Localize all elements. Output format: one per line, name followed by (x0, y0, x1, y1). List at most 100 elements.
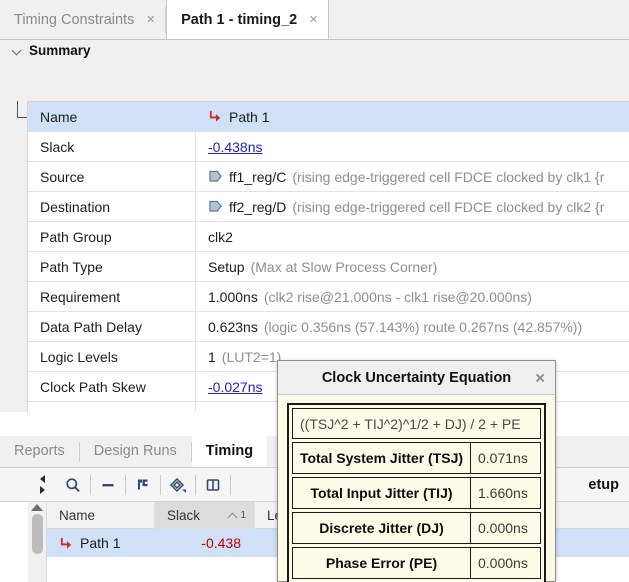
summary-row-value: 1.000ns (clk2 rise@21.000ns - clk1 rise@2… (196, 282, 629, 312)
equation-term-label: Total System Jitter (TSJ) (292, 442, 471, 474)
summary-row-key: Path Group (28, 221, 196, 252)
summary-row[interactable]: Source ff1_reg/C (rising edge-triggered ce… (28, 161, 629, 192)
close-icon[interactable]: × (535, 369, 545, 386)
search-button[interactable] (56, 470, 90, 500)
timing-report-window: Timing Constraints × Path 1 - timing_2 ×… (0, 0, 629, 582)
equation-term-label: Total Input Jitter (TIJ) (292, 477, 471, 509)
summary-value-text: 0.623ns (208, 318, 258, 335)
cell-name: Path 1 (47, 529, 155, 557)
editor-tab-bar: Timing Constraints × Path 1 - timing_2 × (0, 0, 629, 40)
sort-indicator: 1 (229, 510, 254, 521)
summary-row-value: -0.438ns (196, 132, 629, 162)
vertical-scrollbar[interactable] (28, 502, 47, 582)
tab-timing[interactable]: Timing (191, 435, 268, 467)
tab-label: Timing (205, 443, 254, 459)
cell-text: Path 1 (80, 535, 121, 551)
schematic-button[interactable] (161, 470, 195, 500)
summary-row-key: Source (28, 161, 196, 192)
arrow-left-icon[interactable] (39, 475, 45, 483)
path-arrow-icon (209, 110, 221, 122)
tab-path-1-timing-2[interactable]: Path 1 - timing_2 × (166, 0, 329, 39)
summary-row-key: Slack (28, 131, 196, 162)
summary-value-link[interactable]: -0.027ns (208, 379, 262, 395)
summary-row-value: ff2_reg/D (rising edge-triggered cell FDC… (196, 192, 629, 222)
summary-row-key: Clock Uncertainty (28, 401, 196, 412)
summary-header[interactable]: Summary (0, 40, 629, 61)
summary-panel: Summary Name Path 1 Slack -0.438ns Source ff1… (0, 40, 629, 412)
summary-row-value: clk2 (196, 222, 629, 252)
column-header-label: Slack (167, 508, 201, 523)
tab-reports[interactable]: Reports (0, 435, 79, 467)
summary-title: Summary (29, 43, 91, 58)
columns-icon (206, 478, 220, 491)
report-path-button[interactable] (126, 470, 160, 500)
collapse-button[interactable] (91, 470, 125, 500)
summary-row-key: Requirement (28, 281, 196, 312)
equation-term-label: Discrete Jitter (DJ) (292, 512, 471, 544)
cell-slack: -0.438 (201, 535, 241, 551)
summary-row-key: Path Type (28, 251, 196, 282)
path-arrow-icon (60, 537, 72, 549)
tab-label: Design Runs (93, 443, 177, 459)
equation-formula: ((TSJ^2 + TIJ^2)^1/2 + DJ) / 2 + PE (292, 408, 541, 439)
scrollbar-thumb[interactable] (31, 514, 43, 554)
tab-design-runs[interactable]: Design Runs (80, 435, 191, 467)
summary-value-text: ff1_reg/C (229, 168, 287, 185)
column-header-name[interactable]: Name (47, 502, 155, 529)
summary-row-value: ff1_reg/C (rising edge-triggered cell FDC… (196, 162, 629, 192)
flag-path-icon (138, 479, 148, 489)
summary-row[interactable]: Requirement 1.000ns (clk2 rise@21.000ns - … (28, 281, 629, 312)
tab-label: Timing Constraints (14, 11, 135, 28)
summary-row[interactable]: Slack -0.438ns (28, 131, 629, 162)
summary-value-text: clk2 (208, 228, 233, 245)
summary-row-key: Name (28, 102, 196, 132)
summary-row-key: Clock Path Skew (28, 371, 196, 402)
port-icon (209, 170, 222, 182)
nav-arrows[interactable] (34, 470, 50, 500)
summary-value-note: (rising edge-triggered cell FDCE clocked… (292, 198, 605, 215)
equation-term-value: 0.000ns (471, 547, 541, 579)
tab-label: Reports (14, 443, 65, 459)
summary-value-note: (LUT2=1) (221, 348, 282, 365)
summary-row-value: Setup (Max at Slow Process Corner) (196, 252, 629, 282)
summary-value-text: 1.000ns (208, 288, 258, 305)
equation-term-row: Discrete Jitter (DJ) 0.000ns (292, 512, 541, 544)
summary-value-text: Setup (208, 258, 245, 275)
summary-value-link[interactable]: -0.438ns (208, 139, 262, 155)
summary-row[interactable]: Name Path 1 (28, 102, 629, 132)
tab-label: Path 1 - timing_2 (181, 11, 298, 28)
column-header-label: Name (59, 508, 96, 523)
setup-section-label: etup (588, 476, 619, 493)
equation-term-row: Phase Error (PE) 0.000ns (292, 547, 541, 579)
summary-row-key: Destination (28, 191, 196, 222)
dialog-body: ((TSJ^2 + TIJ^2)^1/2 + DJ) / 2 + PE Tota… (278, 395, 555, 582)
chevron-down-icon[interactable] (12, 45, 23, 56)
scroll-up-icon[interactable] (31, 504, 43, 511)
sort-order: 1 (240, 510, 246, 521)
summary-value-text: 1 (208, 348, 216, 365)
summary-value-note: (clk2 rise@21.000ns - clk1 rise@20.000ns… (263, 288, 532, 305)
summary-value-note: (logic 0.356ns (57.143%) route 0.267ns (… (263, 318, 583, 335)
diamond-icon (169, 477, 186, 493)
equation-box: ((TSJ^2 + TIJ^2)^1/2 + DJ) / 2 + PE Tota… (287, 403, 546, 582)
summary-value-text: Path 1 (229, 108, 270, 125)
port-icon (209, 200, 222, 212)
arrow-right-icon[interactable] (39, 486, 45, 494)
summary-row[interactable]: Destination ff2_reg/D (rising edge-trigger… (28, 191, 629, 222)
close-icon[interactable]: × (146, 11, 155, 28)
summary-value-note: (Max at Slow Process Corner) (250, 258, 438, 275)
equation-term-label: Phase Error (PE) (292, 547, 471, 579)
summary-row-value: 0.623ns (logic 0.356ns (57.143%) route 0.… (196, 312, 629, 342)
summary-value-text: ff2_reg/D (229, 198, 287, 215)
tab-timing-constraints[interactable]: Timing Constraints × (0, 0, 165, 39)
tree-connector (17, 101, 27, 118)
search-icon (66, 477, 80, 492)
summary-row[interactable]: Path Type Setup (Max at Slow Process Corne… (28, 251, 629, 282)
equation-term-value: 0.071ns (471, 442, 541, 474)
columns-button[interactable] (196, 470, 230, 500)
summary-row[interactable]: Path Group clk2 (28, 221, 629, 252)
summary-row[interactable]: Data Path Delay 0.623ns (logic 0.356ns (57… (28, 311, 629, 342)
close-icon[interactable]: × (309, 11, 318, 28)
column-header-slack[interactable]: Slack 1 (155, 502, 255, 529)
summary-row-key: Logic Levels (28, 341, 196, 372)
